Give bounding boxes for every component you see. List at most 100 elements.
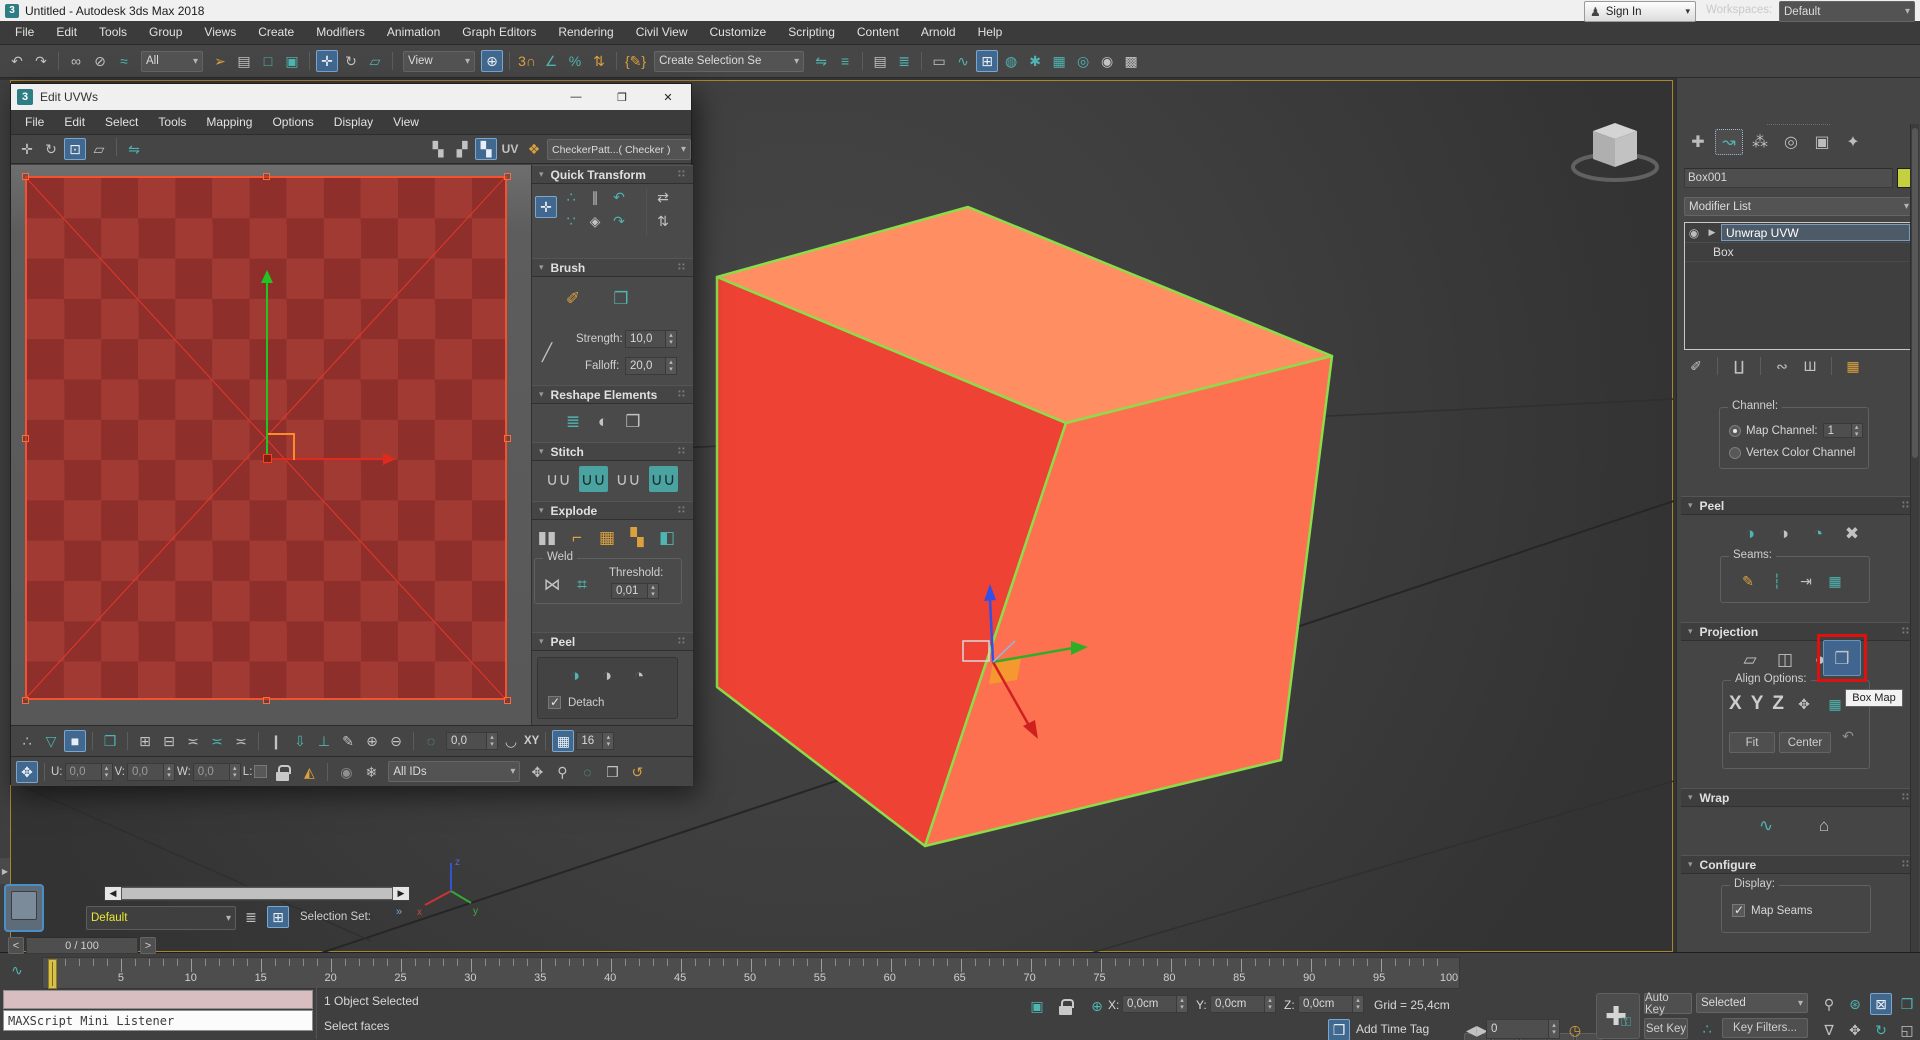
shrink-selection-icon[interactable]: ⊟ [158, 730, 180, 752]
uvw-menu-view[interactable]: View [383, 115, 429, 129]
reference-coordinate-select[interactable]: View [403, 50, 475, 72]
tab-modify[interactable]: ↝ [1715, 129, 1743, 155]
rollout-explode[interactable]: Explode [532, 501, 693, 520]
viewport-layout-thumbnail[interactable] [4, 884, 44, 932]
qt-align-horizontal-icon[interactable]: ∴ [560, 186, 582, 208]
edge-loop-icon[interactable]: ≍ [182, 730, 204, 752]
menu-civil-view[interactable]: Civil View [625, 21, 699, 44]
scene-explorer-icon[interactable]: ▩ [1120, 50, 1142, 72]
menu-edit[interactable]: Edit [45, 21, 88, 44]
quick-peel-icon[interactable]: ◑ [1737, 520, 1763, 546]
qt-distribute-v-icon[interactable]: ⇅ [652, 210, 674, 232]
show-end-result-icon[interactable]: ∐ [1728, 355, 1750, 377]
next-frame-mini-button[interactable]: > [140, 937, 156, 954]
redo-icon[interactable]: ↷ [30, 50, 52, 72]
make-unique-icon[interactable]: ∾ [1771, 355, 1793, 377]
rollout-wrap[interactable]: Wrap [1681, 788, 1917, 807]
uvw-menu-file[interactable]: File [15, 115, 54, 129]
uvw-menu-display[interactable]: Display [324, 115, 383, 129]
uv-handle-br[interactable] [504, 697, 511, 704]
u-spinner[interactable]: 0,0 [64, 762, 113, 781]
stitch-custom-icon[interactable]: ∪∪ [544, 466, 573, 492]
visibility-eye-icon[interactable]: ◉ [1685, 224, 1703, 242]
tile-pattern-icon[interactable]: ▚ [427, 138, 449, 160]
uv-handle-bm[interactable] [263, 697, 270, 704]
falloff-curve-icon[interactable]: ◡ [500, 730, 522, 752]
time-slider[interactable]: 0510152025303540455055606570758085909510… [42, 957, 1460, 989]
rollout-configure[interactable]: Configure [1681, 855, 1917, 874]
uvw-maximize-button[interactable]: ❐ [599, 84, 645, 110]
threshold-spinner[interactable]: 0,01 [611, 583, 659, 599]
add-time-tag-label[interactable]: Add Time Tag [1356, 1022, 1429, 1036]
menu-modifiers[interactable]: Modifiers [305, 21, 376, 44]
filter-faces-icon[interactable]: ◉ [335, 761, 357, 783]
qt-align-vertical-icon[interactable]: ∵ [560, 210, 582, 232]
v-spinner[interactable]: 0,0 [126, 762, 175, 781]
flatten-custom-icon[interactable]: ◧ [654, 524, 680, 550]
default-in-out-tangents-icon[interactable]: ∴ [1696, 1018, 1718, 1040]
break-icon[interactable]: ▮▮ [534, 524, 560, 550]
planar-map-icon[interactable]: ▱ [1737, 646, 1763, 672]
rendered-frame-icon[interactable]: ▦ [1048, 50, 1070, 72]
center-button[interactable]: Center [1779, 732, 1831, 753]
render-setup-icon[interactable]: ✱ [1024, 50, 1046, 72]
align-icon[interactable]: ≡ [834, 50, 856, 72]
uv-handle-tm[interactable] [263, 173, 270, 180]
best-align-icon[interactable]: ▦ [1824, 693, 1846, 715]
render-production-icon[interactable]: ◎ [1072, 50, 1094, 72]
uvw-move-icon[interactable]: ✛ [16, 138, 38, 160]
scene-hierarchy-icon[interactable]: ⊞ [267, 906, 289, 928]
grow-selection-icon[interactable]: ⊞ [134, 730, 156, 752]
sign-in-button[interactable]: ♟ Sign In [1584, 1, 1696, 22]
undo-icon[interactable]: ↶ [6, 50, 28, 72]
detach-checkbox[interactable] [548, 695, 561, 709]
edit-seams-icon[interactable]: ✎ [1737, 570, 1759, 592]
menu-arnold[interactable]: Arnold [910, 21, 967, 44]
uv-canvas[interactable] [11, 165, 531, 725]
select-object-icon[interactable]: ➢ [209, 50, 231, 72]
qt-distribute-h-icon[interactable]: ⇄ [652, 186, 674, 208]
zoom-icon[interactable]: ⚲ [1818, 993, 1840, 1015]
select-and-scale-icon[interactable]: ▱ [364, 50, 386, 72]
uv-handle-ml[interactable] [22, 435, 29, 442]
menu-graph-editors[interactable]: Graph Editors [451, 21, 547, 44]
uv-handle-bl[interactable] [22, 697, 29, 704]
peel-mode-icon[interactable]: ◑ [1771, 520, 1797, 546]
hide-selected-icon[interactable]: ◭ [298, 761, 320, 783]
unlink-selection-icon[interactable]: ⊘ [89, 50, 111, 72]
rescale-element-icon[interactable]: ❒ [620, 408, 646, 434]
object-name-field[interactable]: Box001 [1684, 168, 1893, 188]
zoom-icon[interactable]: ⚲ [551, 761, 573, 783]
key-filter-select[interactable]: Selected [1696, 993, 1808, 1013]
stitch-target-icon[interactable]: ∪∪ [648, 466, 678, 492]
menu-scripting[interactable]: Scripting [777, 21, 846, 44]
selection-region-icon[interactable]: ▣ [1026, 995, 1048, 1017]
tab-hierarchy[interactable]: ⁂ [1746, 129, 1774, 155]
select-and-move-icon[interactable]: ✛ [316, 50, 338, 72]
lock-selection-icon[interactable] [273, 763, 295, 781]
modifier-stack-row[interactable]: ◉ ▶ Unwrap UVW [1685, 223, 1913, 243]
show-map-icon[interactable]: ▚ [475, 138, 497, 160]
zoom-extents-icon[interactable]: ⊠ [1870, 993, 1892, 1015]
auto-key-button[interactable]: Auto Key [1644, 992, 1692, 1016]
set-key-button[interactable]: Set Key [1644, 1018, 1688, 1039]
flatten-mapping-icon[interactable]: ▚ [624, 524, 650, 550]
menu-customize[interactable]: Customize [699, 21, 778, 44]
zoom-extents-icon[interactable]: ❒ [601, 761, 623, 783]
zoom-extents-all-icon[interactable]: ❒ [1896, 993, 1918, 1015]
weld-selected-icon[interactable]: ⌗ [569, 571, 595, 597]
pelt-map-icon[interactable]: ✖ [1839, 520, 1865, 546]
modifier-box[interactable]: Box [1685, 243, 1913, 262]
previous-frame-mini-button[interactable]: < [8, 937, 24, 954]
mini-curve-editor-icon[interactable]: ∿ [6, 959, 28, 981]
named-selection-set-select[interactable]: Default [86, 906, 236, 930]
layer-list-icon[interactable]: ≣ [240, 906, 262, 928]
scroll-right-icon[interactable]: ▶ [393, 887, 409, 900]
pan-icon[interactable]: ✥ [1844, 1019, 1866, 1040]
spline-wrap-icon[interactable]: ∿ [1753, 812, 1779, 838]
use-pivot-center-icon[interactable]: ⊕ [481, 50, 503, 72]
uv-handle-mr[interactable] [504, 435, 511, 442]
select-and-rotate-icon[interactable]: ↻ [340, 50, 362, 72]
more-chevrons[interactable]: » [396, 906, 402, 918]
soft-selection-icon[interactable]: ∴ [16, 730, 38, 752]
